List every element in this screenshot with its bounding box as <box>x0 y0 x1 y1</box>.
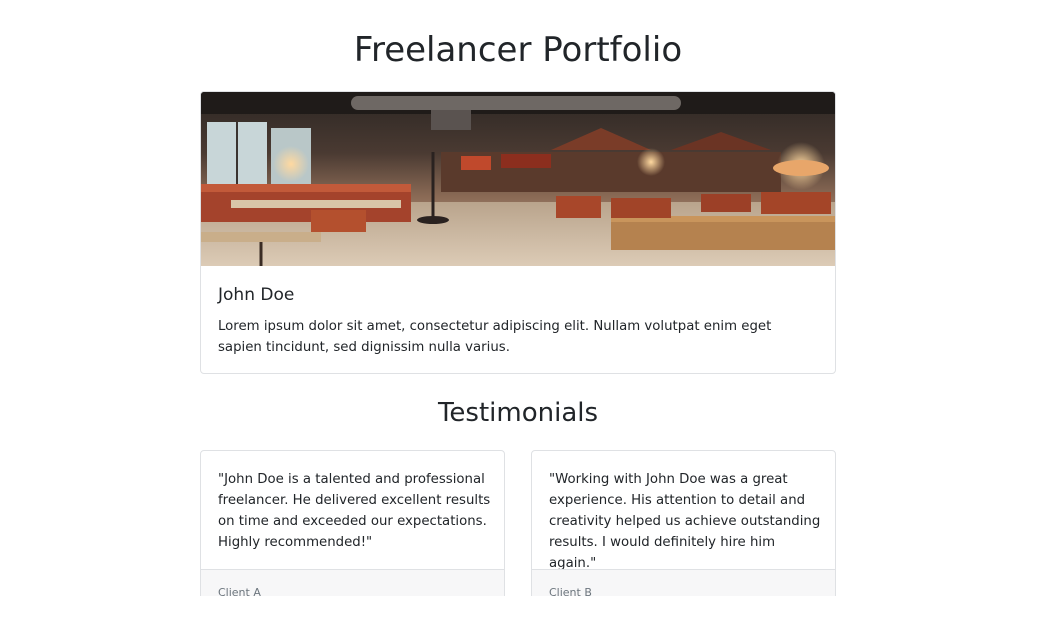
restaurant-interior-photo <box>201 92 835 266</box>
profile-card: John Doe Lorem ipsum dolor sit amet, con… <box>200 91 836 374</box>
testimonial-card: "Working with John Doe was a great exper… <box>531 450 836 610</box>
viewport-bottom-edge <box>0 596 1053 628</box>
testimonial-text: "Working with John Doe was a great exper… <box>549 472 821 571</box>
profile-body: John Doe Lorem ipsum dolor sit amet, con… <box>218 284 818 358</box>
profile-name: John Doe <box>218 285 295 305</box>
portfolio-page: Freelancer Portfolio John Doe Lorem ipsu… <box>0 0 1053 628</box>
testimonial-card: "John Doe is a talented and professional… <box>200 450 505 610</box>
profile-bio: Lorem ipsum dolor sit amet, consectetur … <box>218 319 772 355</box>
testimonial-text: "John Doe is a talented and professional… <box>218 472 491 550</box>
testimonials-title: Testimonials <box>437 398 599 428</box>
page-title: Freelancer Portfolio <box>353 30 683 70</box>
